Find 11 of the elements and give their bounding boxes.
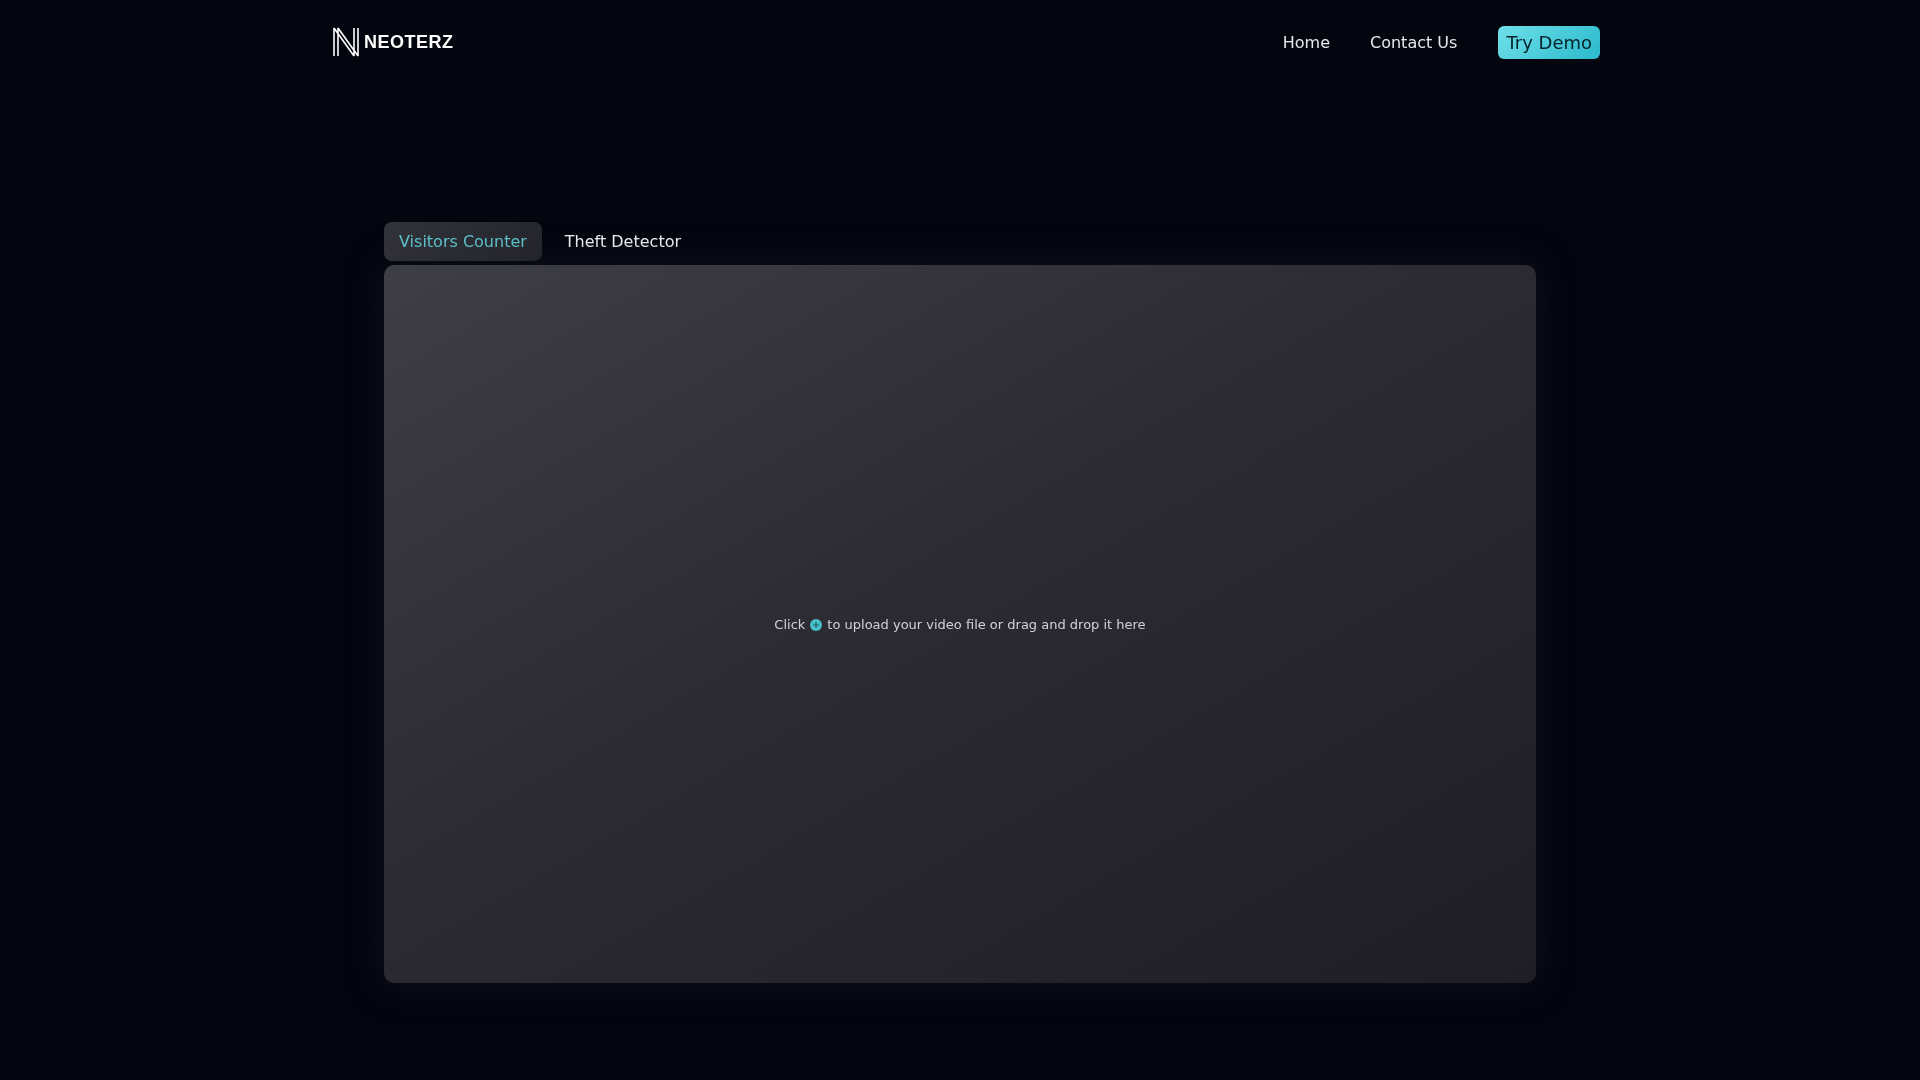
try-demo-button[interactable]: Try Demo [1498,25,1600,59]
nav-link[interactable]: Home [1282,32,1330,52]
plus-icon[interactable] [810,619,823,631]
upload-text: Click [774,616,806,632]
logo-icon [332,26,360,58]
tab[interactable]: Visitors Counter [384,222,542,261]
upload-text: to upload your video file or drag and drop it here [827,616,1146,632]
logo-text: NEOTERZ [364,31,454,53]
tab[interactable]: Theft Detector [549,222,696,261]
nav-link[interactable]: Contact Us [1370,32,1458,52]
upload-panel[interactable]: Click to upload your video file or drag and drop it here [384,265,1536,983]
